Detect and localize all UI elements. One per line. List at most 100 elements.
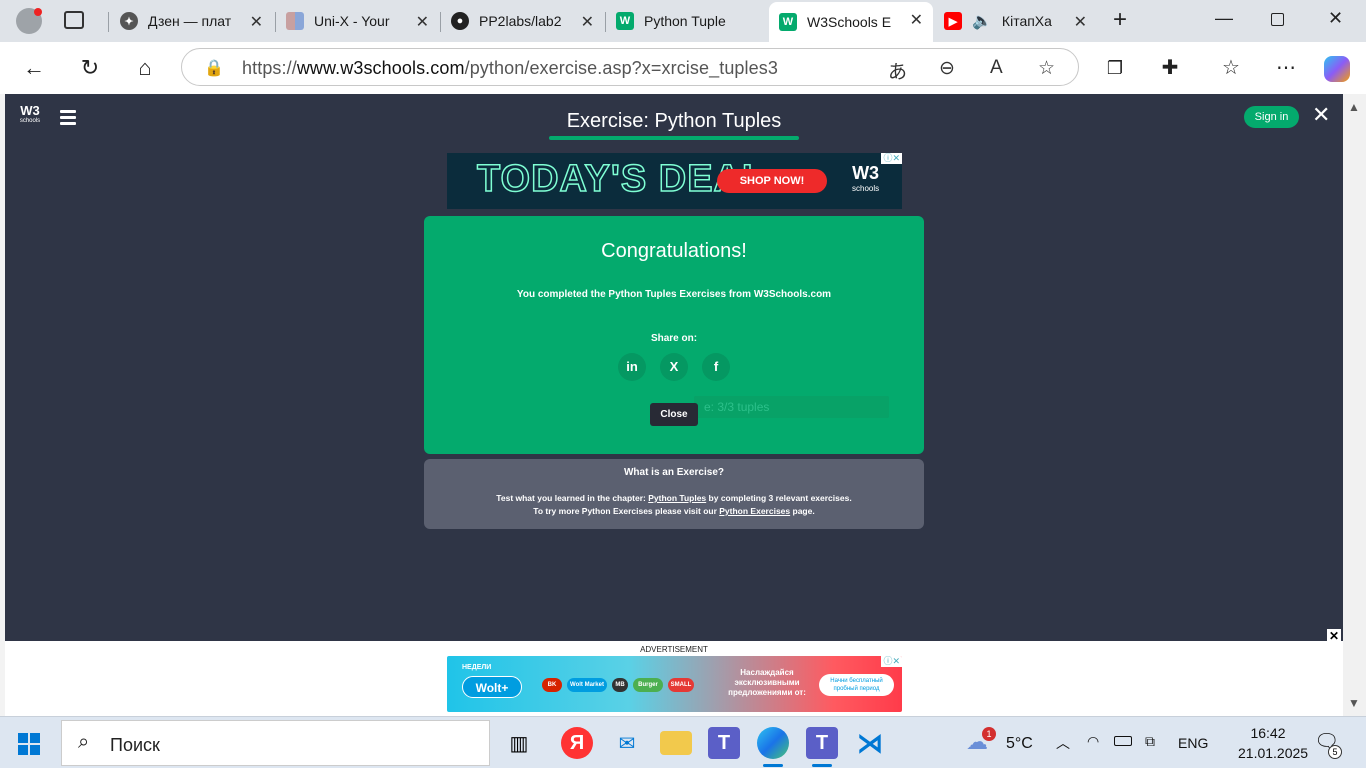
edge-browser-icon[interactable] bbox=[757, 727, 789, 767]
windows-start-icon[interactable] bbox=[18, 733, 40, 755]
show-hidden-icons[interactable]: ︿ bbox=[1056, 733, 1070, 753]
clock-date: 21.01.2025 bbox=[1238, 745, 1309, 761]
ad-choices-icon[interactable]: ⓘ✕ bbox=[881, 656, 902, 667]
mail-icon[interactable]: ✉ bbox=[611, 727, 643, 759]
system-clock[interactable]: 16:42 21.01.2025 bbox=[1238, 723, 1309, 763]
ad-shop-button[interactable]: SHOP NOW! bbox=[717, 169, 827, 193]
hamburger-menu-icon[interactable] bbox=[60, 110, 76, 128]
advertisement-label: ADVERTISEMENT bbox=[640, 645, 708, 654]
congrats-title: Congratulations! bbox=[601, 240, 747, 262]
unix-icon bbox=[286, 12, 304, 30]
tab-strip: ✦ Дзен — плат ✕ Uni-X - Your ✕ ● PP2labs… bbox=[0, 0, 1366, 42]
close-tab-icon[interactable]: ✕ bbox=[416, 12, 429, 32]
zoom-icon[interactable]: ⊖ bbox=[939, 57, 955, 80]
favorite-star-icon[interactable]: ☆ bbox=[1038, 57, 1055, 80]
youtube-icon: ▶ bbox=[944, 12, 962, 30]
wolt-logo: Wolt+ bbox=[462, 676, 522, 698]
tab-dzen[interactable]: ✦ Дзен — плат ✕ bbox=[110, 4, 273, 38]
share-label: Share on: bbox=[650, 333, 698, 344]
tab-title: Python Tuple bbox=[644, 13, 726, 29]
weather-temperature[interactable]: 5°C bbox=[1006, 735, 1033, 753]
tab-youtube[interactable]: ▶ 🔈 КітапХа ✕ bbox=[934, 4, 1097, 38]
translate-icon[interactable]: あ bbox=[888, 57, 907, 84]
search-icon: ⌕ bbox=[78, 731, 90, 753]
tab-python-tuples[interactable]: W Python Tuple bbox=[606, 4, 769, 38]
title-underline bbox=[549, 136, 799, 140]
scroll-down-icon[interactable]: ▼ bbox=[1348, 696, 1360, 710]
back-icon[interactable]: ← bbox=[20, 54, 48, 82]
exercise-info-box: What is an Exercise? Test what you learn… bbox=[424, 459, 924, 529]
taskbar-search[interactable]: ⌕ Поиск bbox=[61, 720, 490, 766]
sign-in-button[interactable]: Sign in bbox=[1244, 106, 1299, 128]
wifi-icon[interactable]: ◠ bbox=[1087, 733, 1099, 750]
home-icon[interactable]: ⌂ bbox=[131, 54, 159, 82]
tab-title: Uni-X - Your bbox=[314, 13, 390, 29]
search-placeholder: Поиск bbox=[110, 735, 160, 755]
profile-notification-dot bbox=[34, 8, 42, 16]
background-score-text: e: 3/3 tuples bbox=[694, 396, 889, 418]
scroll-up-icon[interactable]: ▲ bbox=[1348, 100, 1360, 114]
python-exercises-link[interactable]: Python Exercises bbox=[719, 506, 790, 516]
ad-choices-icon[interactable]: ⓘ✕ bbox=[881, 153, 902, 164]
brand-badge: MB bbox=[612, 678, 628, 692]
close-tab-icon[interactable]: ✕ bbox=[1074, 12, 1087, 32]
w3schools-logo[interactable]: W3 schools bbox=[17, 104, 43, 130]
favorites-icon[interactable]: ☆ bbox=[1217, 54, 1245, 82]
close-window-icon[interactable]: ✕ bbox=[1328, 8, 1343, 29]
page-content: W3 schools Exercise: Python Tuples Sign i… bbox=[5, 94, 1343, 641]
page-title: Exercise: Python Tuples bbox=[566, 110, 782, 132]
teams-icon[interactable]: T bbox=[708, 727, 740, 759]
python-tuples-link[interactable]: Python Tuples bbox=[648, 493, 706, 503]
restore-icon[interactable] bbox=[1271, 13, 1284, 26]
close-tab-icon[interactable]: ✕ bbox=[250, 12, 263, 32]
copilot-icon[interactable] bbox=[1324, 56, 1350, 82]
dzen-icon: ✦ bbox=[120, 12, 138, 30]
minimize-icon[interactable]: — bbox=[1215, 8, 1233, 29]
close-tab-icon[interactable]: ✕ bbox=[581, 12, 594, 32]
ad-text: Наслаждайся эксклюзивными предложениями … bbox=[728, 668, 806, 697]
refresh-icon[interactable]: ↻ bbox=[76, 54, 104, 82]
linkedin-share-icon[interactable]: in bbox=[618, 353, 646, 381]
tab-unix[interactable]: Uni-X - Your ✕ bbox=[276, 4, 439, 38]
ad-banner-bottom[interactable]: НЕДЕЛИ Wolt+ BK Wolt Market MB Burger SM… bbox=[447, 656, 902, 712]
file-explorer-icon[interactable] bbox=[660, 731, 692, 755]
battery-icon[interactable] bbox=[1114, 736, 1132, 746]
collections-icon[interactable]: ❐ bbox=[1101, 54, 1129, 82]
tab-github[interactable]: ● PP2labs/lab2 ✕ bbox=[441, 4, 604, 38]
extensions-icon[interactable]: ✚ bbox=[1156, 54, 1184, 82]
ad-banner-top[interactable]: TODAY'S DEAL SHOP NOW! W3 schools ⓘ✕ bbox=[447, 153, 902, 209]
ad-w3-logo: W3 schools bbox=[852, 163, 880, 193]
tab-title: PP2labs/lab2 bbox=[479, 13, 562, 29]
lock-icon[interactable]: 🔒 bbox=[204, 58, 224, 78]
language-indicator[interactable]: ENG bbox=[1178, 735, 1208, 751]
close-tab-icon[interactable]: ✕ bbox=[910, 10, 923, 30]
facebook-share-icon[interactable]: f bbox=[702, 353, 730, 381]
teams-work-icon[interactable]: T bbox=[806, 727, 838, 767]
page-scrollbar[interactable]: ▲ ▼ bbox=[1343, 94, 1366, 716]
brand-badge: Burger bbox=[633, 678, 663, 692]
x-share-icon[interactable]: X bbox=[660, 353, 688, 381]
more-menu-icon[interactable]: ⋯ bbox=[1272, 54, 1300, 82]
url-text[interactable]: https://www.w3schools.com/python/exercis… bbox=[242, 58, 778, 79]
display-icon[interactable]: ⧉ bbox=[1145, 733, 1155, 750]
task-view-icon[interactable]: ▥ bbox=[503, 727, 535, 759]
new-tab-icon[interactable]: + bbox=[1113, 6, 1127, 34]
ad-close-icon[interactable]: ✕ bbox=[1327, 629, 1341, 643]
ad-cta-button[interactable]: Начни бесплатный пробный период bbox=[819, 674, 894, 696]
brand-badge: BK bbox=[542, 678, 562, 692]
tab-title: КітапХа bbox=[1001, 13, 1052, 29]
github-icon: ● bbox=[451, 12, 469, 30]
speaker-icon[interactable]: 🔈 bbox=[972, 11, 992, 31]
brand-badge: SMALL bbox=[668, 678, 694, 692]
workspaces-icon[interactable] bbox=[64, 11, 84, 29]
yandex-browser-icon[interactable]: Я bbox=[561, 727, 593, 759]
vscode-icon[interactable]: ⋊ bbox=[854, 727, 886, 759]
read-aloud-icon[interactable]: A bbox=[990, 57, 1003, 79]
w3schools-icon: W bbox=[616, 12, 634, 30]
close-button[interactable]: Close bbox=[650, 403, 698, 426]
close-exercise-icon[interactable]: ✕ bbox=[1312, 104, 1330, 126]
address-bar[interactable]: 🔒 https://www.w3schools.com/python/exerc… bbox=[181, 48, 1079, 86]
windows-taskbar: ⌕ Поиск ▥ Я ✉ T T ⋊ ☁ 1 5°C ︿ ◠ ⧉ ENG 16… bbox=[0, 716, 1366, 768]
tab-w3schools-exercise[interactable]: W W3Schools E ✕ bbox=[769, 2, 933, 42]
w3schools-icon: W bbox=[779, 13, 797, 31]
